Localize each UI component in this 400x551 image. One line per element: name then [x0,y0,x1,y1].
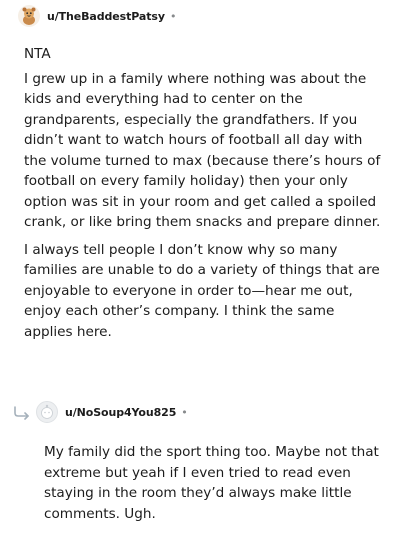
default-avatar-icon[interactable] [36,401,58,423]
meta-separator: • [181,405,188,419]
username-link[interactable]: u/NoSoup4You825 [65,406,176,419]
comment-paragraph: I grew up in a family where nothing was … [24,70,381,231]
comment-paragraph: NTA [24,46,51,62]
username-link[interactable]: u/TheBaddestPatsy [47,10,165,23]
comment-1: u/TheBaddestPatsy • NTA I grew up in a f… [0,0,400,340]
comment-header: u/NoSoup4You825 • [0,396,400,428]
snoo-avatar-icon[interactable] [18,5,40,27]
comment-paragraph: I always tell people I don’t know why so… [24,241,380,340]
comment-paragraph: My family did the sport thing too. Maybe… [44,444,379,522]
meta-separator: • [169,9,177,23]
comment-body: My family did the sport thing too. Maybe… [44,442,384,524]
reply-arrow-icon [12,404,32,420]
comment-2: u/NoSoup4You825 • My family did the spor… [0,396,400,522]
comment-header: u/TheBaddestPatsy • [0,0,400,32]
comment-body: NTA I grew up in a family where nothing … [24,44,386,349]
